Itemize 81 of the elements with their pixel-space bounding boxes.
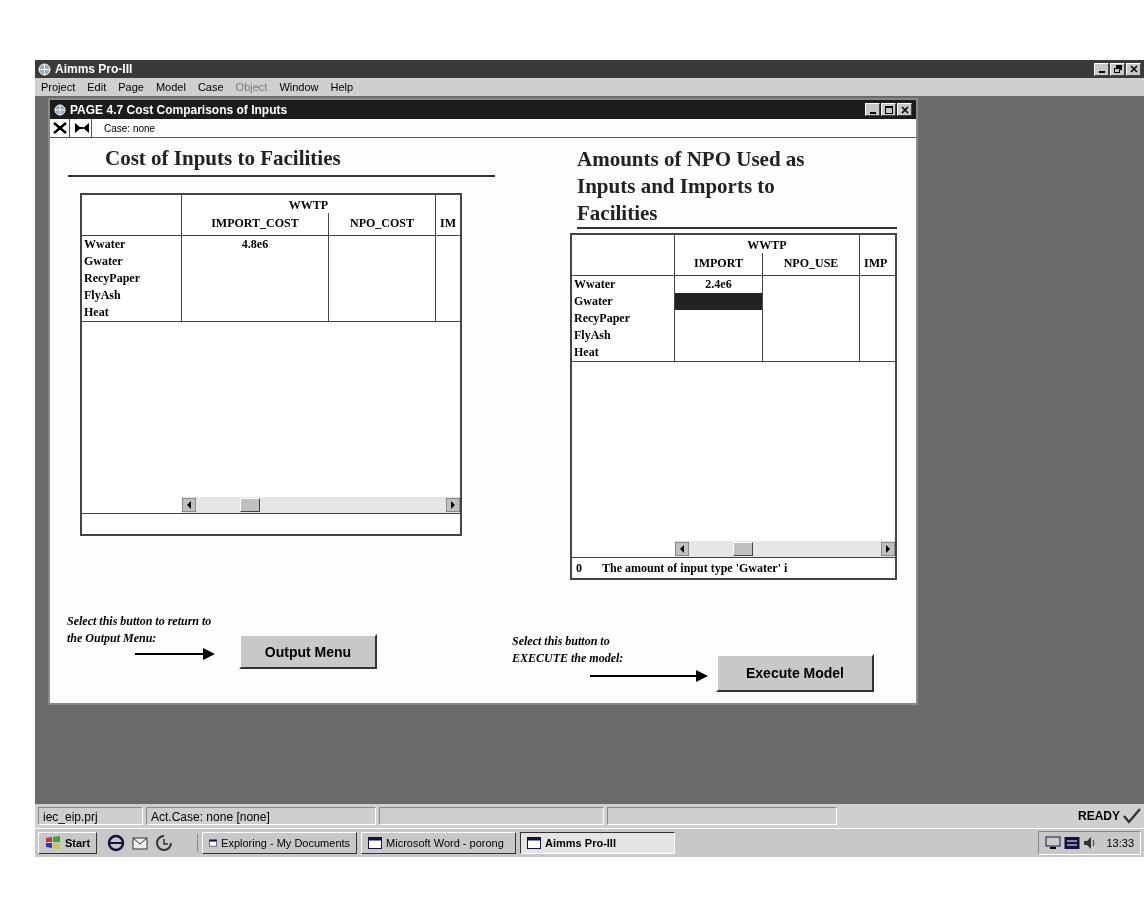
taskbar-button[interactable]: Microsoft Word - porong	[361, 832, 517, 854]
window-icon	[527, 837, 542, 849]
cell-description: The amount of input type 'Gwater' i	[602, 560, 788, 576]
action-button[interactable]: Output Menu	[239, 634, 377, 669]
menu-item[interactable]: Model	[155, 81, 186, 93]
column-header: IMPORT_COST	[210, 215, 300, 232]
column-group-header: WWTP	[287, 197, 330, 213]
menu-item[interactable]: Project	[41, 81, 76, 93]
row-header: FlyAsh	[82, 287, 182, 304]
globe-icon	[54, 103, 66, 116]
ready-status: READY	[1078, 809, 1120, 823]
cell-value: 0	[576, 560, 582, 576]
taskbar-button[interactable]: Exploring - My Documents	[202, 832, 358, 854]
table-cell[interactable]: 2.4e6	[675, 276, 762, 293]
navigate-button[interactable]	[72, 119, 92, 137]
crossed-tools-icon	[51, 121, 68, 135]
keyboard-icon[interactable]	[1064, 836, 1081, 850]
column-header: IMP	[859, 253, 895, 275]
taskbar-button[interactable]: Aimms Pro-III	[520, 832, 676, 854]
menu-item[interactable]: Case	[197, 81, 224, 93]
menu-item[interactable]: Edit	[87, 81, 107, 93]
right-arrow-icon	[881, 542, 895, 556]
row-header: Heat	[572, 344, 675, 361]
table-cell[interactable]: 4.8e6	[182, 236, 328, 253]
windows-flag-icon	[45, 836, 61, 850]
column-header: IMPORT	[693, 255, 744, 272]
page-title: PAGE 4.7 Cost Comparisons of Inputs	[70, 102, 289, 117]
table-cell[interactable]	[675, 293, 762, 310]
case-label: Case: none	[104, 122, 156, 134]
arrows-icon	[74, 122, 89, 134]
maximize-icon	[884, 105, 893, 114]
column-group-header: WWTP	[746, 237, 788, 253]
globe-icon	[38, 62, 51, 76]
browser-icon[interactable]	[107, 834, 126, 852]
close-icon	[1129, 65, 1138, 73]
app-title: Aimms Pro-III	[55, 62, 134, 76]
minimize-button[interactable]	[865, 103, 880, 116]
action-button[interactable]: Execute Model	[716, 654, 874, 692]
horizontal-scrollbar[interactable]	[182, 497, 460, 513]
row-header: RecyPaper	[82, 270, 182, 287]
scroll-thumb[interactable]	[733, 542, 753, 556]
left-arrow-icon	[675, 542, 689, 556]
column-header: IM	[435, 213, 460, 235]
start-button[interactable]: Start	[38, 832, 98, 854]
column-header: NPO_USE	[762, 253, 859, 275]
row-header: Gwater	[82, 253, 182, 270]
close-button[interactable]	[1126, 62, 1141, 76]
document-icon	[368, 837, 383, 849]
row-header: FlyAsh	[572, 327, 675, 344]
minimize-icon	[1098, 71, 1105, 73]
mail-icon[interactable]	[131, 834, 150, 852]
row-header: Wwater	[82, 236, 182, 253]
right-arrow-icon	[446, 498, 460, 512]
minimize-icon	[869, 111, 876, 114]
row-header: Heat	[82, 304, 182, 321]
section-heading: Amounts of NPO Used as Inputs and Imports to Facilities	[577, 146, 897, 229]
restore-icon	[1113, 65, 1122, 73]
check-icon	[1123, 808, 1141, 824]
horizontal-scrollbar[interactable]	[675, 541, 895, 557]
instruction-text: Select this button to return to the Output Menu:	[67, 613, 213, 647]
case-status: Act.Case: none [none]	[146, 807, 376, 825]
close-button[interactable]	[897, 103, 912, 116]
close-icon	[900, 105, 909, 114]
scroll-thumb[interactable]	[240, 498, 260, 512]
menu-item[interactable]: Window	[279, 81, 319, 93]
clock: 13:33	[1106, 837, 1134, 849]
row-header: Wwater	[572, 276, 675, 293]
menu-item[interactable]: Help	[330, 81, 354, 93]
window-icon	[209, 837, 218, 849]
maximize-button[interactable]	[881, 103, 896, 116]
instruction-text: Select this button to EXECUTE the model:	[512, 633, 625, 667]
project-status: iec_eip.prj	[38, 807, 143, 825]
menu-item[interactable]: Page	[118, 81, 144, 93]
section-heading: Cost of Inputs to Facilities	[68, 146, 495, 177]
column-header: NPO_COST	[328, 213, 435, 235]
minimize-button[interactable]	[1094, 62, 1109, 76]
monitor-icon[interactable]	[1045, 836, 1062, 850]
left-arrow-icon	[182, 498, 196, 512]
row-header: RecyPaper	[572, 310, 675, 327]
maximize-button[interactable]	[1110, 62, 1125, 76]
speaker-icon[interactable]	[1083, 836, 1098, 850]
